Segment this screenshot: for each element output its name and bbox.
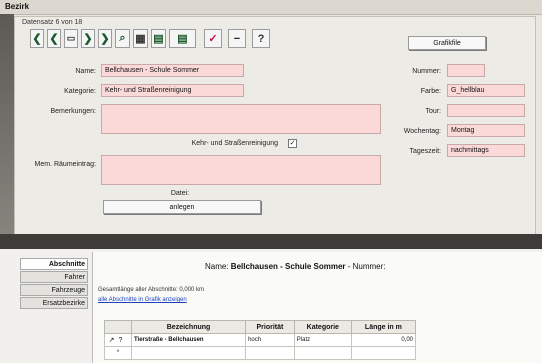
col-laenge[interactable]: Länge in m: [350, 320, 417, 334]
edit-button[interactable]: ✓: [204, 29, 222, 48]
list-view-button[interactable]: ▤: [151, 29, 166, 48]
cell-bezeichnung: Tierstraße - Bellchausen: [130, 333, 247, 347]
empty-cell: [350, 346, 417, 360]
table-header-row: Bezeichnung Priorität Kategorie Länge in…: [104, 320, 417, 334]
help-icon: ?: [257, 32, 265, 45]
kategorie-label: Kategorie:: [64, 88, 96, 95]
grid-view-button[interactable]: ▦: [133, 29, 148, 48]
empty-cell: [293, 346, 352, 360]
show-button[interactable]: anlegen: [103, 200, 261, 214]
search-button[interactable]: ⌕: [115, 29, 130, 48]
last-record-button[interactable]: ❯: [98, 29, 112, 48]
prev-arrow-icon: ❮: [49, 33, 59, 45]
raum-label: Mem. Räumeintrag:: [34, 161, 96, 168]
name-field[interactable]: Bellchausen - Schule Sommer: [101, 64, 244, 77]
detail-nummer-suffix: - Nummer:: [347, 262, 386, 271]
checkmark-icon: ✓: [208, 33, 218, 45]
cell-prioritaet: hoch: [245, 333, 295, 347]
help-button[interactable]: ?: [252, 29, 270, 48]
col-prioritaet[interactable]: Priorität: [245, 320, 295, 334]
next-record-button[interactable]: ❯: [81, 29, 95, 48]
help-icon[interactable]: ?: [116, 337, 125, 344]
cell-kategorie: Platz: [293, 333, 352, 347]
bemerkungen-label: Bemerkungen:: [50, 108, 96, 115]
sections-table: Bezeichnung Priorität Kategorie Länge in…: [104, 320, 417, 360]
app-window: Bezirk Datensatz 6 von 18 ❮ ❮ ▭ ❯ ❯ ⌕ ▦ …: [0, 0, 542, 363]
nummer-field[interactable]: [447, 64, 485, 77]
street-cleaning-checkbox[interactable]: ✓: [288, 139, 297, 148]
title-bar: Bezirk: [0, 0, 542, 15]
row-selector-header: [104, 320, 132, 334]
cell-laenge: 0,00: [350, 333, 417, 347]
detail-name-value: Bellchausen - Schule Sommer: [230, 262, 346, 271]
wochentag-label: Wochentag:: [403, 128, 441, 135]
farbe-field[interactable]: G_hellblau: [447, 84, 525, 97]
tab-ersatzbezirke[interactable]: Ersatzbezirke: [20, 297, 88, 309]
tour-field[interactable]: [447, 104, 525, 117]
row-actions: ↗?: [104, 333, 132, 347]
tab-column: Abschnitte Fahrer Fahrzeuge Ersatzbezirk…: [20, 258, 88, 310]
minus-icon: −: [233, 32, 241, 45]
new-row-marker: *: [104, 346, 132, 360]
new-record-row[interactable]: *: [104, 346, 417, 360]
separator-band: [0, 234, 542, 249]
next-arrow-icon: ❯: [83, 33, 93, 45]
farbe-label: Farbe:: [420, 88, 441, 95]
detail-headline: Name: Bellchausen - Schule Sommer - Numm…: [205, 262, 386, 271]
empty-cell: [245, 346, 295, 360]
overview-button[interactable]: ▤: [169, 29, 196, 48]
total-length-text: Gesamtlänge aller Abschnitte: 0,000 km: [98, 287, 205, 293]
window-title: Bezirk: [5, 2, 30, 11]
open-arrow-icon[interactable]: ↗: [107, 336, 116, 344]
tab-fahrzeuge[interactable]: Fahrzeuge: [20, 284, 88, 296]
first-arrow-icon: ❮: [32, 33, 42, 45]
raum-field[interactable]: [101, 155, 381, 185]
tageszeit-label: Tageszeit:: [409, 148, 441, 155]
prev-record-button[interactable]: ❮: [47, 29, 61, 48]
checkbox-label: Kehr- und Straßenreinigung: [191, 140, 278, 147]
delete-button[interactable]: −: [228, 29, 246, 48]
table-row[interactable]: ↗? Tierstraße - Bellchausen hoch Platz 0…: [104, 333, 417, 347]
name-label: Name:: [75, 68, 96, 75]
last-arrow-icon: ❯: [100, 33, 110, 45]
tab-abschnitte[interactable]: Abschnitte: [20, 258, 88, 270]
search-icon: ⌕: [119, 32, 126, 44]
kategorie-field[interactable]: Kehr- und Straßenreinigung: [101, 84, 244, 97]
col-kategorie[interactable]: Kategorie: [293, 320, 352, 334]
tour-label: Tour:: [425, 108, 441, 115]
tab-fahrer[interactable]: Fahrer: [20, 271, 88, 283]
page-button[interactable]: ▭: [64, 29, 78, 48]
grid-icon: ▦: [135, 33, 146, 45]
page-icon: ▭: [66, 33, 76, 43]
wochentag-field[interactable]: Montag: [447, 124, 525, 137]
show-all-sections-link[interactable]: alle Abschnitte in Grafik anzeigen: [98, 297, 187, 303]
detail-name-prefix: Name:: [205, 262, 229, 271]
graphic-file-button[interactable]: Grafikfile: [408, 36, 486, 50]
bemerkungen-field[interactable]: [101, 104, 381, 134]
list-icon: ▤: [153, 33, 164, 45]
empty-cell: [130, 346, 247, 360]
datei-label: Datei:: [170, 190, 190, 197]
col-bezeichnung[interactable]: Bezeichnung: [130, 320, 247, 334]
tageszeit-field[interactable]: nachmittags: [447, 144, 525, 157]
table-icon: ▤: [177, 33, 188, 45]
nummer-label: Nummer:: [412, 68, 441, 75]
background-strip: [0, 14, 14, 249]
first-record-button[interactable]: ❮: [30, 29, 44, 48]
record-info: Datensatz 6 von 18: [22, 19, 83, 26]
